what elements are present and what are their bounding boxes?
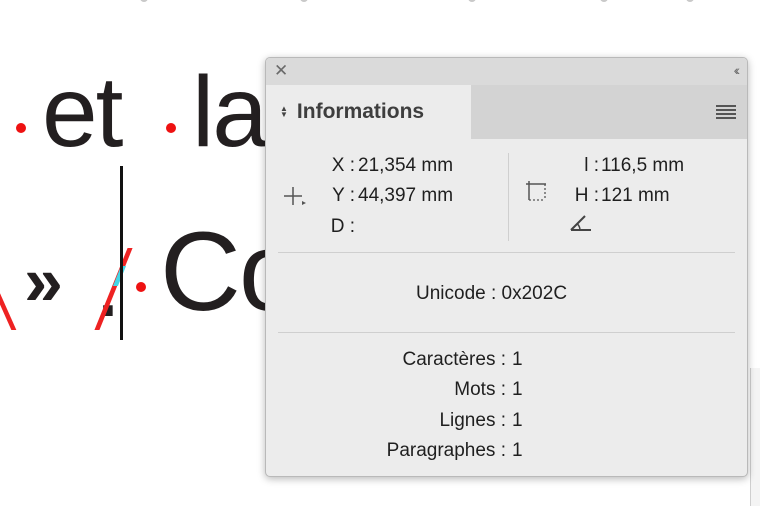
bounding-box-icon bbox=[526, 181, 546, 201]
text-fragment-guillemets: » bbox=[24, 242, 63, 320]
close-icon[interactable]: ✕ bbox=[274, 61, 288, 81]
height-label: H : bbox=[574, 185, 599, 206]
info-panel: ✕ ‹‹ ▲ ▼ Informations X : 21,354 mm Y : 4… bbox=[265, 57, 748, 477]
text-cursor bbox=[120, 166, 123, 340]
count-label-characters: Caractères : bbox=[402, 349, 506, 370]
hidden-char-dot bbox=[16, 123, 26, 133]
section-divider bbox=[278, 252, 735, 253]
crosshair-icon bbox=[284, 187, 306, 205]
y-value: 44,397 mm bbox=[358, 185, 454, 206]
count-label-paragraphs: Paragraphes : bbox=[386, 440, 506, 461]
count-label-lines: Lignes : bbox=[439, 410, 506, 431]
unicode-readout: Unicode : 0x202C bbox=[416, 283, 568, 304]
x-label: X : bbox=[331, 155, 355, 176]
column-divider bbox=[508, 153, 509, 241]
angle-icon bbox=[570, 215, 591, 231]
hamburger-menu-icon[interactable] bbox=[716, 105, 736, 121]
d-label: D : bbox=[330, 216, 355, 237]
red-slash-glyph bbox=[0, 252, 17, 330]
text-fragment-et: et bbox=[42, 56, 123, 168]
y-label: Y : bbox=[332, 185, 355, 206]
count-value-paragraphs: 1 bbox=[512, 440, 523, 461]
hidden-char-dot bbox=[166, 123, 176, 133]
collapse-icon[interactable]: ‹‹ bbox=[734, 62, 741, 78]
count-value-characters: 1 bbox=[512, 349, 523, 370]
tab-informations[interactable]: ▲ ▼ Informations bbox=[266, 85, 471, 139]
section-divider bbox=[278, 332, 735, 333]
hidden-char-dot bbox=[136, 282, 146, 292]
panel-tab-row: ▲ ▼ Informations bbox=[266, 85, 747, 139]
width-value: 116,5 mm bbox=[601, 155, 685, 176]
sort-arrows-icon: ▲ ▼ bbox=[280, 104, 288, 119]
count-label-words: Mots : bbox=[454, 379, 506, 400]
count-value-lines: 1 bbox=[512, 410, 523, 431]
width-label: l : bbox=[584, 155, 599, 176]
count-value-words: 1 bbox=[512, 379, 523, 400]
scrollbar[interactable] bbox=[750, 368, 760, 506]
panel-titlebar[interactable]: ✕ ‹‹ bbox=[266, 58, 747, 85]
tab-label: Informations bbox=[296, 100, 425, 123]
x-value: 21,354 mm bbox=[358, 155, 454, 176]
height-value: 121 mm bbox=[601, 185, 670, 206]
text-fragment-la: la bbox=[192, 56, 268, 168]
